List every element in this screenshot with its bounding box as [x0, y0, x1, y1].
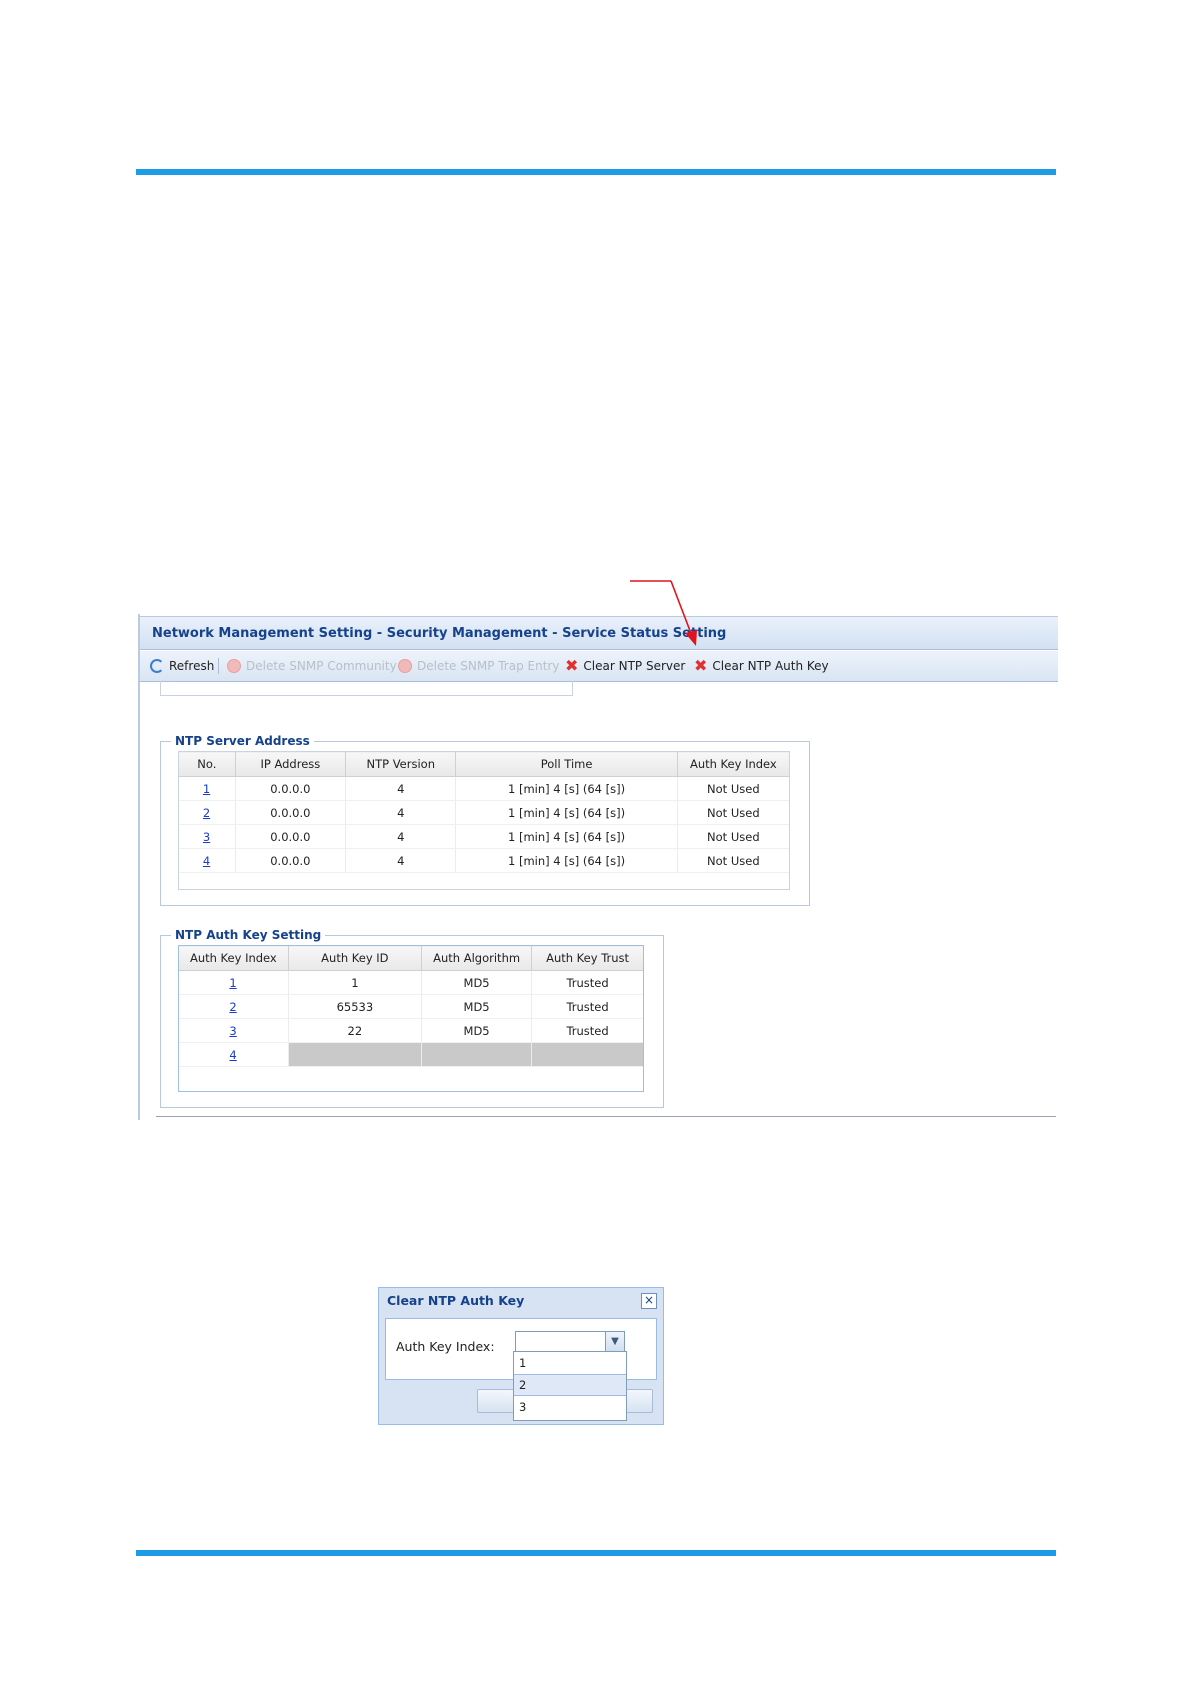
- bottom-rule: [136, 1550, 1056, 1556]
- delete-icon: [398, 659, 412, 673]
- annotation-arrow: [630, 580, 697, 646]
- ntp-server-legend: NTP Server Address: [175, 734, 310, 748]
- auth-key-index-label: Auth Key Index:: [396, 1339, 495, 1354]
- toolbar-separator: [218, 658, 219, 674]
- panel-bottom-divider: [156, 1116, 1056, 1117]
- collapsed-section-box: [160, 681, 573, 696]
- delete-snmp-trap-entry-label: Delete SNMP Trap Entry: [417, 659, 560, 673]
- auth-key-index-value: [516, 1336, 520, 1350]
- service-status-panel: Network Management Setting - Security Ma…: [138, 614, 1058, 1120]
- toolbar: Refresh Delete SNMP Community Delete SNM…: [140, 651, 1058, 682]
- chevron-down-icon[interactable]: ▼: [605, 1331, 625, 1353]
- clear-ntp-auth-key-label: Clear NTP Auth Key: [712, 659, 829, 673]
- refresh-icon: [150, 659, 164, 673]
- ntp-auth-legend: NTP Auth Key Setting: [175, 928, 322, 942]
- refresh-label: Refresh: [169, 659, 215, 673]
- clear-x-icon: ✖: [565, 656, 579, 675]
- refresh-button[interactable]: Refresh: [150, 651, 214, 681]
- close-icon[interactable]: ×: [641, 1293, 657, 1309]
- auth-key-index-select[interactable]: ▼: [515, 1331, 625, 1353]
- dropdown-option[interactable]: 2: [514, 1374, 626, 1396]
- dialog-title: Clear NTP Auth Key: [387, 1293, 525, 1308]
- panel-title: Network Management Setting - Security Ma…: [140, 616, 1058, 650]
- delete-snmp-community-label: Delete SNMP Community: [246, 659, 397, 673]
- ntp-server-grid-frame: [178, 751, 790, 890]
- delete-snmp-trap-entry-button[interactable]: Delete SNMP Trap Entry: [398, 651, 559, 681]
- dropdown-option[interactable]: 3: [514, 1396, 626, 1418]
- dropdown-option[interactable]: 1: [514, 1352, 626, 1374]
- delete-snmp-community-button[interactable]: Delete SNMP Community: [227, 651, 397, 681]
- auth-key-index-dropdown: 1 2 3: [513, 1351, 627, 1421]
- top-rule: [136, 169, 1056, 175]
- delete-icon: [227, 659, 241, 673]
- ntp-auth-grid-frame: [178, 945, 644, 1092]
